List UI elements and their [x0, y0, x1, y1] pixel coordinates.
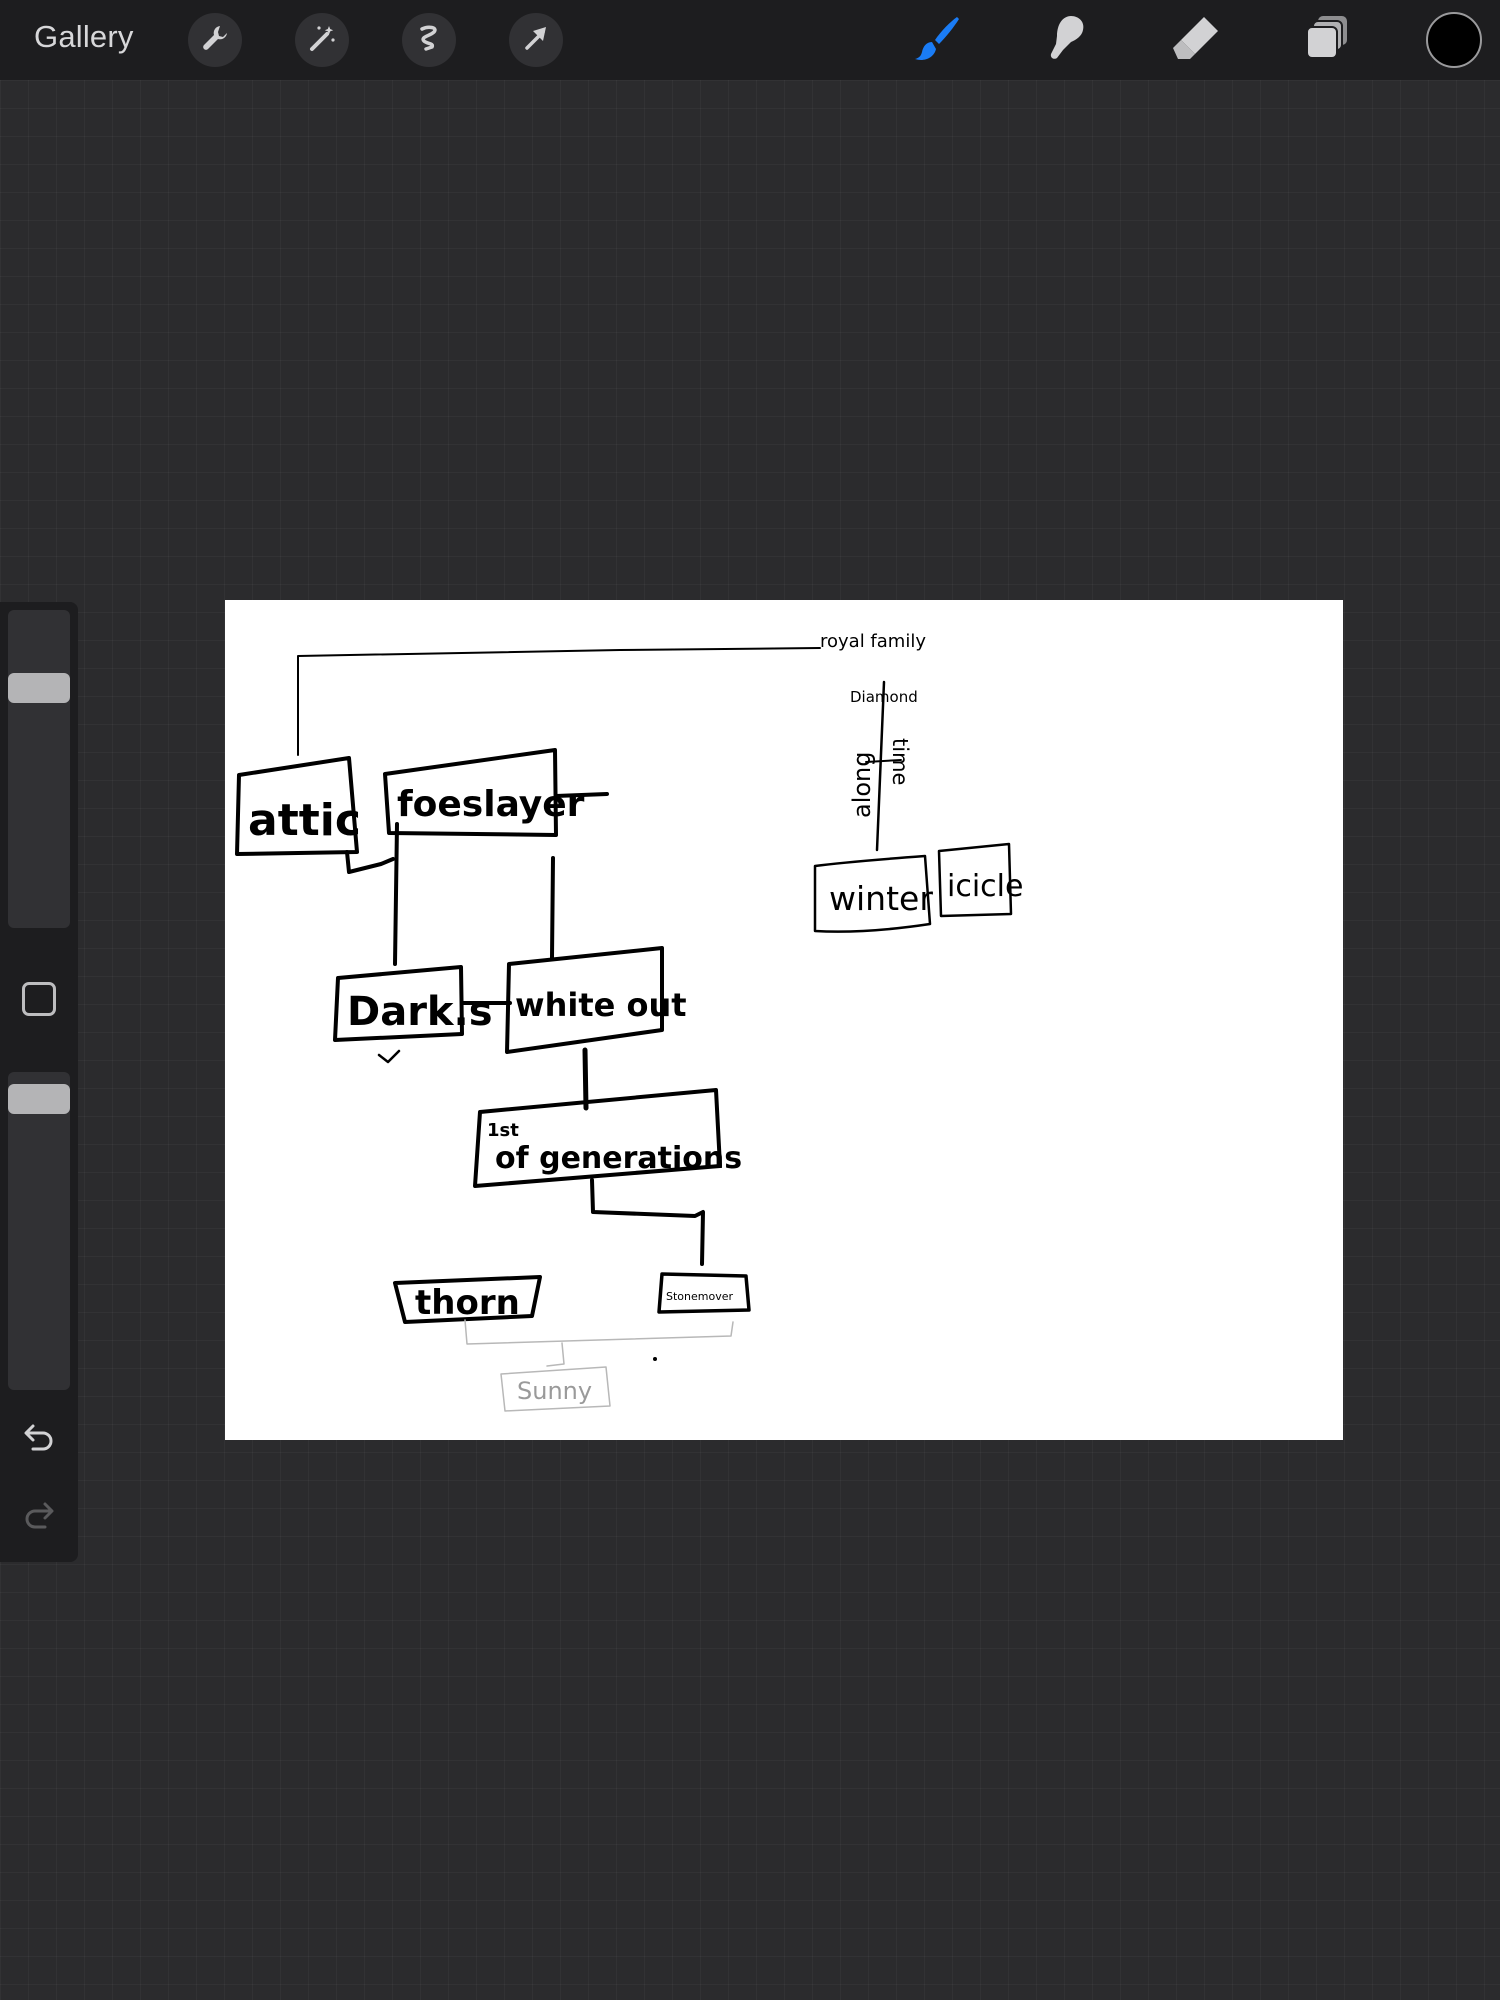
redo-button[interactable] — [19, 1496, 59, 1536]
thorn-label: thorn — [415, 1283, 520, 1323]
layers-icon — [1299, 10, 1355, 71]
opacity-slider[interactable] — [8, 1072, 70, 1390]
transform-arrow-icon — [519, 21, 553, 60]
opacity-thumb[interactable] — [8, 1083, 70, 1114]
stonemover-label: Stonemover — [666, 1290, 733, 1303]
generation-stonemover-line — [590, 1178, 705, 1266]
along-label: along — [848, 751, 876, 818]
sketch-layer: royal family Diamond along time winter i… — [235, 631, 1023, 1412]
brush-tool-button[interactable] — [910, 12, 966, 68]
brush-size-slider[interactable] — [8, 610, 70, 928]
time-label: time — [888, 738, 912, 785]
foeslayer-label: foeslayer — [397, 784, 585, 825]
generation-label-main: of generations — [495, 1141, 742, 1176]
attic-label: attic — [248, 795, 361, 846]
selection-button[interactable] — [402, 13, 456, 67]
foeslayer-darks-line — [393, 822, 399, 966]
darks-checkmark — [377, 1049, 401, 1064]
redo-icon — [21, 1496, 57, 1537]
smudge-icon — [1039, 10, 1095, 71]
attic-connector — [345, 850, 395, 874]
transform-button[interactable] — [509, 13, 563, 67]
top-toolbar: Gallery — [0, 0, 1500, 80]
whiteout-gen-line — [582, 1047, 589, 1111]
layers-button[interactable] — [1299, 12, 1355, 68]
royal-family-line — [297, 647, 821, 756]
eraser-tool-button[interactable] — [1168, 12, 1224, 68]
icicle-label: icicle — [947, 869, 1023, 904]
eraser-icon — [1168, 10, 1224, 71]
smudge-tool-button[interactable] — [1039, 12, 1095, 68]
darks-label: Dark.s — [347, 989, 493, 1035]
sunny-bracket — [464, 1319, 734, 1345]
actions-button[interactable] — [188, 13, 242, 67]
sunny-connector — [546, 1342, 565, 1367]
adjustments-button[interactable] — [295, 13, 349, 67]
undo-button[interactable] — [19, 1418, 59, 1458]
brush-icon — [910, 10, 966, 71]
diamond-label: Diamond — [850, 688, 918, 706]
brush-size-thumb[interactable] — [8, 673, 70, 704]
selection-icon — [412, 21, 446, 60]
undo-icon — [21, 1418, 57, 1459]
generation-label-1st: 1st — [487, 1120, 519, 1141]
magic-wand-icon — [305, 21, 339, 60]
royal-family-label: royal family — [820, 631, 926, 652]
sunny-label: Sunny — [517, 1377, 592, 1405]
wrench-icon — [198, 21, 232, 60]
drawing-canvas[interactable]: royal family Diamond along time winter i… — [225, 600, 1343, 1440]
color-picker-button[interactable] — [1426, 12, 1482, 68]
foeslayer-whiteout-line — [550, 856, 555, 960]
ink-dot — [653, 1357, 657, 1361]
left-sidebar — [0, 602, 78, 1562]
timeline-line — [875, 680, 886, 852]
whiteout-label: white out — [515, 986, 687, 1024]
gallery-button[interactable]: Gallery — [34, 19, 134, 55]
winter-label: winter — [829, 879, 933, 918]
modify-button[interactable] — [22, 982, 56, 1016]
